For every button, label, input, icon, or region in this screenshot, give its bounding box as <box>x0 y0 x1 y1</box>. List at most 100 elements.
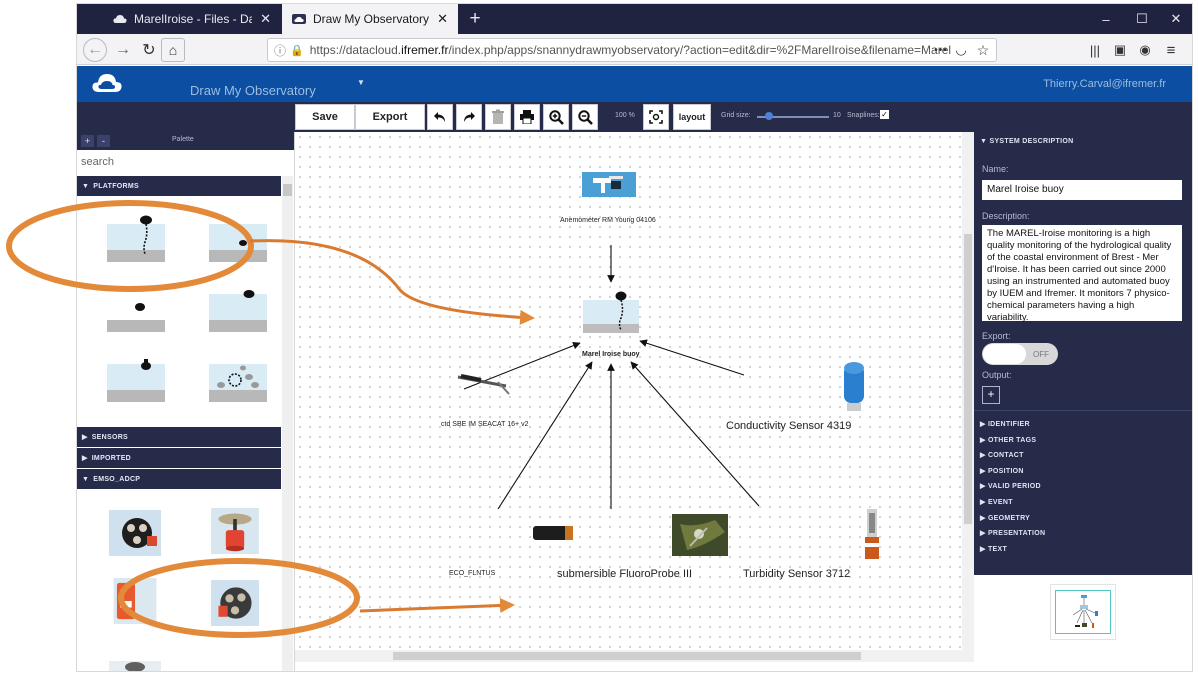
turbidity-node[interactable] <box>865 509 879 559</box>
description-field[interactable]: The MAREL-Iroise monitoring is a high qu… <box>982 225 1182 323</box>
print-button[interactable] <box>514 104 540 130</box>
ctd-node[interactable] <box>457 374 510 395</box>
section-position[interactable]: ▶ POSITION <box>980 467 1024 475</box>
redo-button[interactable] <box>456 104 482 130</box>
caret-right-icon: ▶ <box>980 452 988 459</box>
palette-expand-button[interactable]: + <box>81 135 94 147</box>
adcp-instrument-thumbnail[interactable] <box>209 508 261 554</box>
caret-right-icon: ▶ <box>980 546 988 553</box>
canvas-vertical-scroll-thumb[interactable] <box>964 234 972 524</box>
section-imported[interactable]: ▶ IMPORTED <box>77 448 281 468</box>
cloud-logo-icon[interactable] <box>91 72 123 94</box>
section-sensors[interactable]: ▶ SENSORS <box>77 427 281 447</box>
system-description-header[interactable]: ▼ SYSTEM DESCRIPTION <box>980 138 1073 145</box>
delete-button[interactable] <box>485 104 511 130</box>
platform-subsurface-buoy-icon[interactable] <box>107 284 165 332</box>
editor-toolbar: Save Export 100 % layout Grid size: 10 S… <box>77 102 1192 132</box>
caret-down-icon[interactable]: ▼ <box>357 78 365 87</box>
info-icon[interactable]: ⓘ <box>274 42 286 59</box>
zoom-out-button[interactable] <box>572 104 598 130</box>
palette-scrollbar-thumb[interactable] <box>283 184 292 196</box>
node-label-fluoroprobe: submersible FluoroProbe III <box>557 568 693 580</box>
section-presentation[interactable]: ▶ PRESENTATION <box>980 529 1045 537</box>
home-icon[interactable]: ⌂ <box>161 38 185 62</box>
reload-icon[interactable]: ↻ <box>137 38 161 62</box>
anemometer-node[interactable] <box>582 172 636 197</box>
window-close-button[interactable]: ✕ <box>1158 4 1192 34</box>
platform-surface-float-icon[interactable] <box>209 214 267 262</box>
platform-mooring-icon[interactable] <box>107 354 165 402</box>
caret-right-icon: ▶ <box>980 468 988 475</box>
edge-turbidity-to-buoy[interactable] <box>630 361 760 507</box>
tab-close-icon[interactable]: ✕ <box>429 11 448 27</box>
output-label: Output: <box>982 370 1012 380</box>
adcp-instrument-thumbnail[interactable] <box>109 650 161 672</box>
bookmark-star-icon[interactable]: ☆ <box>971 38 995 62</box>
description-label: Description: <box>982 211 1030 221</box>
snaplines-checkbox[interactable]: ✓ <box>880 110 889 119</box>
platform-seabed-network-icon[interactable] <box>209 354 267 402</box>
maximize-button[interactable]: ☐ <box>1124 4 1160 34</box>
new-tab-button[interactable]: + <box>461 4 489 34</box>
palette-scrollbar[interactable] <box>282 176 293 671</box>
url-bar[interactable]: ⓘ 🔒 https://datacloud.ifremer.fr/index.p… <box>267 38 997 62</box>
layout-button[interactable]: layout <box>673 104 711 130</box>
adcp-instrument-thumbnail[interactable] <box>209 580 261 626</box>
user-menu[interactable]: Thierry.Carval@ifremer.fr <box>1043 78 1166 90</box>
zoom-in-button[interactable] <box>543 104 569 130</box>
adcp-instrument-thumbnail[interactable] <box>209 660 261 672</box>
menu-icon[interactable]: ≡ <box>1159 38 1183 62</box>
export-toggle-knob[interactable] <box>983 344 1026 364</box>
caret-right-icon: ▶ <box>980 437 988 444</box>
export-label: Export: <box>982 331 1011 341</box>
export-button[interactable]: Export <box>355 104 425 130</box>
buoy-node[interactable] <box>583 291 639 334</box>
palette-header: + - Palette <box>77 132 294 150</box>
conductivity-node[interactable] <box>844 362 864 411</box>
section-event[interactable]: ▶ EVENT <box>980 498 1013 506</box>
adcp-instrument-thumbnail[interactable] <box>109 510 161 556</box>
grid-size-slider-handle[interactable] <box>765 112 773 120</box>
browser-tab-draw[interactable]: Draw My Observatory - Datacl ✕ <box>282 4 458 34</box>
eco-node[interactable] <box>533 526 573 540</box>
section-emso-adcp[interactable]: ▼ EMSO_ADCP <box>77 469 281 489</box>
lock-icon: 🔒 <box>290 44 304 57</box>
account-icon[interactable]: ◉ <box>1133 38 1157 62</box>
add-output-button[interactable]: + <box>982 386 1000 404</box>
section-other-tags[interactable]: ▶ OTHER TAGS <box>980 436 1036 444</box>
node-label-buoy: Marel Iroise buoy <box>582 351 640 358</box>
tab-close-icon[interactable]: ✕ <box>252 11 271 27</box>
adcp-instrument-thumbnail[interactable] <box>109 578 161 624</box>
edge-conductivity-to-buoy[interactable] <box>639 339 745 376</box>
fluoroprobe-node[interactable] <box>672 514 728 556</box>
name-field[interactable]: Marel Iroise buoy <box>982 180 1182 200</box>
section-geometry[interactable]: ▶ GEOMETRY <box>980 514 1030 522</box>
minimize-button[interactable]: ‒ <box>1088 4 1124 34</box>
section-identifier[interactable]: ▶ IDENTIFIER <box>980 420 1030 428</box>
platform-surface-buoy-icon[interactable] <box>209 284 267 332</box>
browser-tab-files[interactable]: MarelIroise - Files - Datacloud ✕ <box>103 4 281 34</box>
diagram-canvas[interactable]: Anemometer RM Young 04106 Marel Iroise b… <box>295 132 962 662</box>
palette-collapse-button[interactable]: - <box>97 135 110 147</box>
zoom-fit-button[interactable] <box>643 104 669 130</box>
section-valid-period[interactable]: ▶ VALID PERIOD <box>980 482 1041 490</box>
palette-search-input[interactable]: search <box>81 156 114 168</box>
minimap-viewport[interactable] <box>1055 590 1111 634</box>
library-icon[interactable]: ||| <box>1083 38 1107 62</box>
platform-moored-buoy-icon[interactable] <box>107 214 165 262</box>
back-arrow-icon[interactable]: ← <box>83 38 107 62</box>
url-text: https://datacloud.ifremer.fr/index.php/a… <box>309 43 952 57</box>
undo-button[interactable] <box>427 104 453 130</box>
save-button[interactable]: Save <box>295 104 355 130</box>
sidebar-icon[interactable]: ▣ <box>1108 38 1132 62</box>
section-contact[interactable]: ▶ CONTACT <box>980 451 1024 459</box>
edge-eco-to-buoy[interactable] <box>497 361 593 510</box>
caret-right-icon: ▶ <box>980 499 988 506</box>
pocket-icon[interactable]: ◡ <box>949 38 973 62</box>
redo-icon <box>464 112 475 122</box>
section-text[interactable]: ▶ TEXT <box>980 545 1007 553</box>
forward-arrow-icon[interactable]: → <box>111 38 135 62</box>
canvas-horizontal-scroll-thumb[interactable] <box>393 652 861 660</box>
app-title[interactable]: Draw My Observatory <box>190 83 316 98</box>
section-platforms[interactable]: ▼ PLATFORMS <box>77 176 281 196</box>
